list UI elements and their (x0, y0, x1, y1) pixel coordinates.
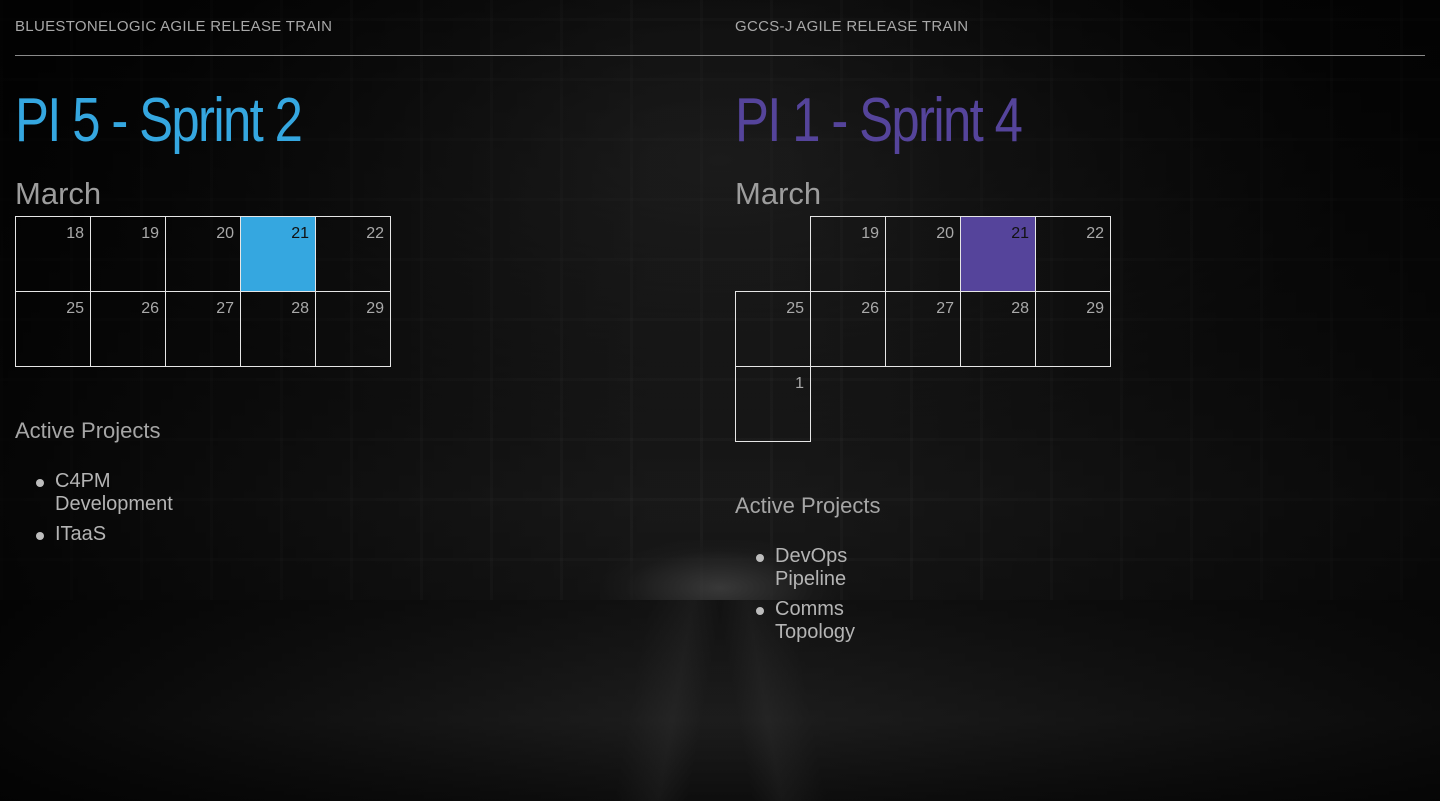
calendar-day: 1 (735, 366, 811, 442)
sprint-title: PI 1 - Sprint 4 (735, 86, 1023, 155)
train-title: BLUESTONELOGIC AGILE RELEASE TRAIN (15, 18, 333, 35)
bullet-icon (36, 479, 44, 487)
calendar-day: 20 (885, 216, 961, 292)
bullet-icon (756, 607, 764, 615)
calendar-day: 19 (810, 216, 886, 292)
calendar-day: 27 (165, 291, 241, 367)
calendar-day: 25 (735, 291, 811, 367)
calendar-day: 28 (960, 291, 1036, 367)
bullet-icon (36, 532, 44, 540)
calendar-day: 19 (90, 216, 166, 292)
bullet-icon (756, 554, 764, 562)
sprint-calendar: 19 20 21 22 25 26 27 28 29 1 (735, 216, 1111, 442)
calendar-day: 22 (1035, 216, 1111, 292)
calendar-day: 22 (315, 216, 391, 292)
calendar-day: 29 (315, 291, 391, 367)
calendar-day-today: 21 (960, 216, 1036, 292)
calendar-day: 26 (810, 291, 886, 367)
sprint-title: PI 5 - Sprint 2 (15, 86, 303, 155)
calendar-day: 28 (240, 291, 316, 367)
calendar-day: 26 (90, 291, 166, 367)
calendar-month: March (15, 176, 102, 211)
calendar-day: 27 (885, 291, 961, 367)
calendar-day-today: 21 (240, 216, 316, 292)
header-divider (15, 55, 1425, 56)
active-projects-heading: Active Projects (15, 418, 161, 443)
calendar-day: 18 (15, 216, 91, 292)
calendar-day: 25 (15, 291, 91, 367)
active-projects-heading: Active Projects (735, 493, 881, 518)
calendar-day: 20 (165, 216, 241, 292)
calendar-month: March (735, 176, 822, 211)
train-title: GCCS-J AGILE RELEASE TRAIN (735, 18, 969, 35)
sprint-calendar: 18 19 20 21 22 25 26 27 28 29 (15, 216, 391, 441)
dashboard: BLUESTONELOGIC AGILE RELEASE TRAIN PI 5 … (0, 0, 1440, 801)
calendar-day: 29 (1035, 291, 1111, 367)
